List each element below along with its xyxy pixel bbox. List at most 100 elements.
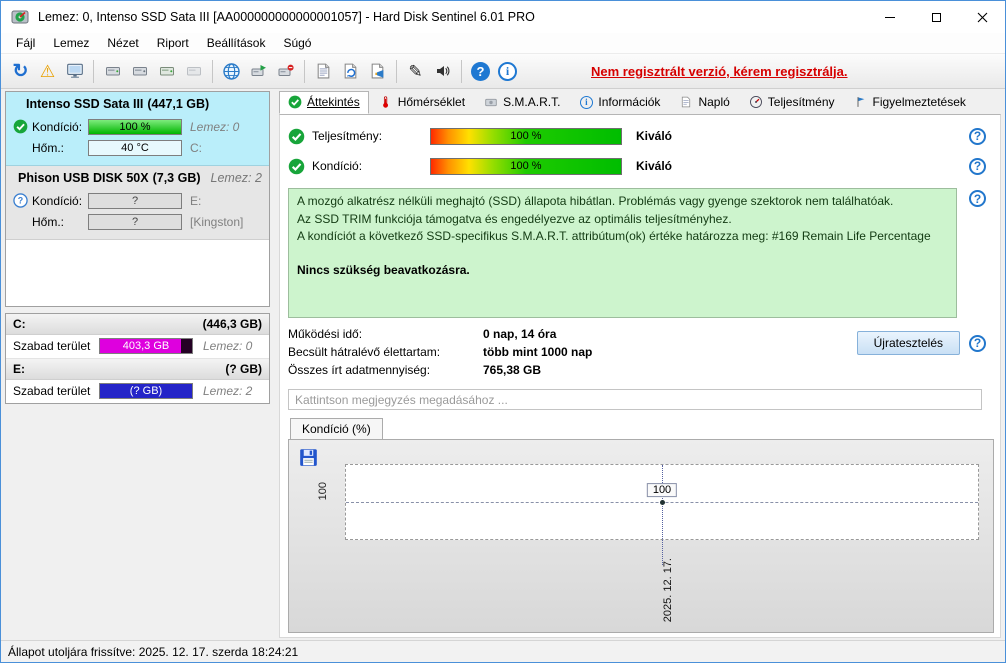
drive-letter: E: bbox=[190, 193, 202, 208]
disk-number: Lemez: 0 bbox=[190, 119, 240, 134]
pen-icon: ✎ bbox=[408, 61, 423, 81]
minimize-button[interactable] bbox=[867, 1, 913, 33]
performance-bar: 100 % bbox=[430, 127, 622, 145]
info-button[interactable]: i bbox=[494, 58, 521, 85]
disk-item-phison[interactable]: Phison USB DISK 50X (7,3 GB) Lemez: 2 ? … bbox=[6, 166, 269, 240]
save-icon[interactable] bbox=[299, 448, 318, 467]
refresh-icon: ↻ bbox=[12, 60, 29, 82]
disk-number: Lemez: 0 bbox=[203, 339, 253, 353]
tab-figyelmeztetesek[interactable]: Figyelmeztetések bbox=[845, 91, 975, 114]
retest-help-icon[interactable]: ? bbox=[969, 334, 986, 352]
app-icon bbox=[11, 10, 29, 24]
disk-1-button[interactable] bbox=[99, 58, 126, 85]
power-on-label: Működési idő: bbox=[288, 327, 363, 341]
partition-size: (446,3 GB) bbox=[202, 317, 262, 331]
check-circle-icon bbox=[288, 95, 302, 109]
tab-label: Hőmérséklet bbox=[397, 95, 466, 109]
hard-disk-icon bbox=[132, 67, 147, 76]
free-space-bar: 403,3 GB bbox=[99, 338, 193, 354]
refresh-button[interactable]: ↻ bbox=[7, 58, 34, 85]
data-point-label: 100 bbox=[646, 483, 678, 498]
document-refresh-icon bbox=[344, 63, 357, 79]
temp-box: ? bbox=[88, 213, 182, 230]
disk-export-button[interactable] bbox=[245, 58, 272, 85]
document-horn-icon bbox=[371, 63, 384, 79]
health-rating: Kiváló bbox=[636, 159, 673, 173]
status-line: Az SSD TRIM funkciója támogatva és enged… bbox=[297, 211, 732, 226]
partition-drive: E: bbox=[13, 362, 25, 376]
lifetime-label: Becsült hátralévő élettartam: bbox=[288, 345, 441, 359]
menu-item-riport[interactable]: Riport bbox=[148, 34, 198, 52]
health-row: Kondíció: 100 % Kiváló ? bbox=[288, 154, 994, 178]
plot-area: 100 bbox=[345, 464, 979, 565]
status-bar-text: Állapot utoljára frissítve: 2025. 12. 17… bbox=[8, 644, 299, 659]
menu-item-nezet[interactable]: Nézet bbox=[98, 34, 147, 52]
crosshair-line bbox=[662, 465, 663, 565]
disk-4-button[interactable] bbox=[180, 58, 207, 85]
monitor-button[interactable] bbox=[61, 58, 88, 85]
disk-3-button[interactable] bbox=[153, 58, 180, 85]
disk-item-intenso[interactable]: Intenso SSD Sata III (447,1 GB) Kondíció… bbox=[6, 92, 269, 166]
close-button[interactable] bbox=[959, 1, 1005, 33]
tab-attekintes[interactable]: Áttekintés bbox=[279, 91, 369, 114]
health-label: Kondíció: bbox=[312, 159, 363, 173]
toolbar-separator bbox=[212, 59, 213, 83]
svg-text:?: ? bbox=[17, 196, 22, 206]
globe-icon bbox=[223, 62, 240, 80]
help-button[interactable]: ? bbox=[467, 58, 494, 85]
retest-button[interactable]: Újratesztelés bbox=[856, 331, 960, 355]
health-bar: ? bbox=[88, 192, 182, 209]
x-axis-date-label: 2025. 12. 17. bbox=[662, 558, 674, 623]
drive-letter: C: bbox=[190, 140, 202, 155]
performance-help-icon[interactable]: ? bbox=[969, 127, 986, 145]
warning-report-button[interactable]: ⚠ bbox=[34, 58, 61, 85]
help-icon: ? bbox=[471, 61, 490, 81]
partition-free-c: Szabad terület 403,3 GB Lemez: 0 bbox=[6, 335, 269, 359]
tab-smart[interactable]: S.M.A.R.T. bbox=[475, 91, 569, 114]
report-refresh-button[interactable] bbox=[337, 58, 364, 85]
tab-informaciok[interactable]: i Információk bbox=[570, 91, 669, 114]
main-panel: Áttekintés Hőmérséklet S.M.A.R.T. i Info… bbox=[273, 89, 1005, 640]
chart-tab[interactable]: Kondíció (%) bbox=[290, 418, 383, 439]
menu-item-sugo[interactable]: Súgó bbox=[274, 34, 320, 52]
disk-size: (447,1 GB) bbox=[147, 97, 210, 111]
sidebar: Intenso SSD Sata III (447,1 GB) Kondíció… bbox=[1, 89, 273, 640]
tab-label: Teljesítmény bbox=[767, 95, 835, 109]
data-point[interactable] bbox=[660, 500, 665, 505]
partition-row-c[interactable]: C: (446,3 GB) bbox=[6, 314, 269, 335]
tab-naplo[interactable]: Napló bbox=[670, 91, 738, 114]
flag-icon bbox=[857, 97, 864, 107]
check-circle-icon bbox=[13, 119, 27, 134]
disk-remove-button[interactable] bbox=[272, 58, 299, 85]
tab-homerseklet[interactable]: Hőmérséklet bbox=[370, 91, 474, 114]
disk-number: Lemez: 2 bbox=[203, 384, 253, 398]
power-on-value: 0 nap, 14 óra bbox=[483, 327, 557, 341]
menu-item-lemez[interactable]: Lemez bbox=[44, 34, 98, 52]
info-icon: i bbox=[579, 95, 593, 109]
tab-label: Figyelmeztetések bbox=[872, 95, 966, 109]
report-sound-button[interactable] bbox=[364, 58, 391, 85]
toolbar-separator bbox=[461, 59, 462, 83]
comment-input[interactable] bbox=[288, 389, 982, 410]
sound-button[interactable] bbox=[429, 58, 456, 85]
report-button[interactable] bbox=[310, 58, 337, 85]
menu-item-fajl[interactable]: Fájl bbox=[7, 34, 44, 52]
signature-button[interactable]: ✎ bbox=[402, 58, 429, 85]
close-icon bbox=[977, 12, 987, 22]
tab-label: Napló bbox=[698, 95, 730, 109]
network-button[interactable] bbox=[218, 58, 245, 85]
register-link[interactable]: Nem regisztrált verzió, kérem regisztrál… bbox=[591, 64, 848, 79]
partition-row-e[interactable]: E: (? GB) bbox=[6, 359, 269, 380]
health-help-icon[interactable]: ? bbox=[969, 157, 986, 175]
document-icon bbox=[317, 63, 330, 79]
hard-disk-disabled-icon bbox=[186, 67, 201, 76]
maximize-button[interactable] bbox=[913, 1, 959, 33]
tab-label: Információk bbox=[598, 95, 661, 109]
status-advice: Nincs szükség beavatkozásra. bbox=[297, 262, 470, 277]
tab-teljesitmeny[interactable]: Teljesítmény bbox=[740, 91, 844, 114]
disk-number: Lemez: 2 bbox=[210, 171, 262, 185]
menu-item-beallitasok[interactable]: Beállítások bbox=[198, 34, 275, 52]
disk-2-button[interactable] bbox=[126, 58, 153, 85]
written-value: 765,38 GB bbox=[483, 363, 542, 377]
status-help-icon[interactable]: ? bbox=[969, 190, 986, 207]
